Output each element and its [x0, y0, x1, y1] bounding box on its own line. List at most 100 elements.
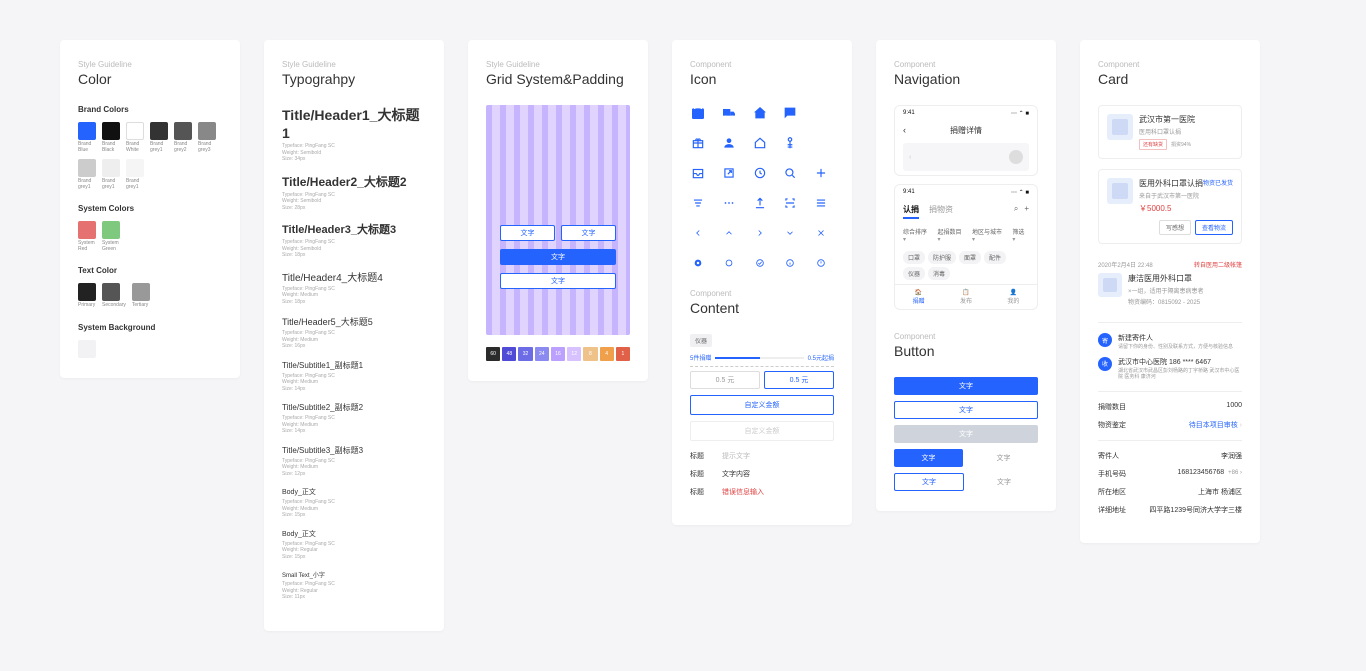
primary-button[interactable]: 文字 [894, 377, 1038, 395]
post-item[interactable]: 2020年2月4日 22:48转自医用二级帐篷 康洁医用外科口罩×一组，适用于隔… [1098, 254, 1242, 312]
eyebrow: Style Guideline [486, 60, 630, 69]
plus-icon [813, 165, 829, 181]
spacing-token: 8 [583, 347, 597, 361]
panel-title: Content [690, 300, 834, 316]
type-sample: Body_正文 [282, 529, 426, 539]
post-code: 物资编码：0815092 - 2025 [1128, 297, 1204, 306]
typography-list: Title/Header1_大标题1 Typeface: PingFang SCW… [282, 105, 426, 601]
order-card[interactable]: 医用外科口罩认捐物资已发货 来自于武汉市第一医院 ￥5000.5 写感想查看物流 [1098, 169, 1242, 244]
chip[interactable]: 防护服 [928, 251, 956, 264]
section-text: Text Color [78, 266, 222, 275]
chip[interactable]: 配件 [984, 251, 1006, 264]
badge-icon: 收 [1098, 357, 1112, 371]
kv-suffix[interactable]: +86 › [1228, 470, 1242, 476]
kv-value: 李润强 [1221, 451, 1242, 461]
info-item[interactable]: 寄新建寄件人请留下你的身份、性别及联系方式，方便与核验信息 [1098, 333, 1242, 351]
form-row: 标题提示文字 [690, 451, 834, 461]
filter-item[interactable]: 地区与城市 [972, 227, 1006, 243]
swatch [132, 283, 150, 301]
swatch-label: Brand grey1 [78, 179, 91, 190]
radio-icon [721, 255, 737, 271]
custom-amount-button[interactable]: 自定义金额 [690, 395, 834, 415]
tab-donate[interactable]: 认捐 [903, 204, 919, 219]
field-value[interactable]: 错误信息输入 [722, 487, 764, 497]
spacing-token: 24 [535, 347, 549, 361]
tabbar-item[interactable]: 📋发布 [942, 285, 989, 309]
field-label: 标题 [690, 451, 714, 461]
type-sample: Title/Header4_大标题4 [282, 269, 426, 284]
truck-icon [721, 105, 737, 121]
field-value[interactable]: 文字内容 [722, 469, 750, 479]
swatch-label: Tertiary [132, 303, 148, 309]
swatch-label: Brand White [126, 142, 139, 153]
status-badge: 物资已发货 [1203, 178, 1233, 189]
product-card[interactable]: 武汉市第一医院 医用科口罩认捐 还有缺货捐资94% [1098, 105, 1242, 159]
filter-item[interactable]: 综合排序 [903, 227, 931, 243]
write-review-button[interactable]: 写感想 [1159, 220, 1191, 235]
track-button[interactable]: 查看物流 [1195, 220, 1233, 235]
field-value[interactable]: 提示文字 [722, 451, 750, 461]
filter-item[interactable]: 起捐数目 [937, 227, 965, 243]
primary-button-half[interactable]: 文字 [894, 449, 963, 467]
search-icon [782, 165, 798, 181]
tabbar-label: 我的 [990, 296, 1037, 305]
filter-item[interactable]: 筛选 [1012, 227, 1029, 243]
tabbar-icon: 📋 [942, 289, 989, 296]
type-sample: Title/Header5_大标题5 [282, 315, 426, 328]
back-icon[interactable]: ‹ [903, 125, 906, 135]
text-button[interactable]: 文字 [969, 449, 1038, 467]
form-row: 标题错误信息输入 [690, 487, 834, 497]
chevron-left-icon[interactable]: ‹ [909, 154, 911, 161]
swatch [78, 159, 96, 177]
page-title: 捐赠详情 [950, 125, 982, 136]
tab-supply[interactable]: 捐物资 [929, 204, 953, 219]
amount-input-active[interactable]: 0.5 元 [764, 371, 834, 389]
panel-title: Button [894, 343, 1038, 359]
info-item[interactable]: 收武汉市中心医院 186 **** 6467湖北省武汉市武昌区彭刘杨路的丁字桥路… [1098, 357, 1242, 381]
outline-button[interactable]: 文字 [500, 225, 555, 241]
ghost-button-half[interactable]: 文字 [894, 473, 964, 491]
outline-button[interactable]: 文字 [561, 225, 616, 241]
filters: 综合排序起捐数目地区与城市筛选 [895, 223, 1037, 247]
panel-title: Typograhpy [282, 71, 426, 87]
swatch [126, 159, 144, 177]
plus-icon[interactable]: + [1024, 204, 1029, 219]
disabled-button: 文字 [894, 425, 1038, 443]
primary-button[interactable]: 文字 [500, 249, 616, 265]
card-subtitle: 医用科口罩认捐 [1139, 127, 1195, 136]
chip[interactable]: 口罩 [903, 251, 925, 264]
swatch [102, 221, 120, 239]
menu-icon [813, 195, 829, 211]
info-icon [782, 255, 798, 271]
chevron-up-icon [721, 225, 737, 241]
kv-value[interactable]: 待目本项目审核 [1189, 420, 1242, 430]
more-icon [721, 195, 737, 211]
chip[interactable]: 面罩 [959, 251, 981, 264]
divider [1098, 440, 1242, 441]
kv-value: 上海市 杨浦区 [1198, 487, 1242, 497]
success-icon [752, 255, 768, 271]
gift-icon [690, 135, 706, 151]
category-tag[interactable]: 仪器 [690, 334, 712, 347]
tabbar-item[interactable]: 🏠捐赠 [895, 285, 942, 309]
info-desc: 请留下你的身份、性别及联系方式，方便与核验信息 [1118, 344, 1233, 351]
swatch-label: Brand grey1 [102, 179, 115, 190]
house-icon [752, 135, 768, 151]
search-icon[interactable]: ⌕ [1014, 204, 1018, 219]
tabbar-icon: 👤 [990, 289, 1037, 296]
tabbar-item[interactable]: 👤我的 [990, 285, 1037, 309]
chip[interactable]: 仪器 [903, 267, 925, 280]
form-row: 标题文字内容 [690, 469, 834, 479]
spacing-token: 16 [551, 347, 565, 361]
ghost-button[interactable]: 文字 [894, 401, 1038, 419]
progress-dashed [690, 366, 834, 367]
type-sample: Title/Header1_大标题1 [282, 105, 426, 141]
chip[interactable]: 消毒 [928, 267, 950, 280]
carousel[interactable]: ‹ [903, 143, 1029, 171]
button-group: 文字 文字 文字 文字文字 文字文字 [894, 377, 1038, 491]
outline-button[interactable]: 文字 [500, 273, 616, 289]
text-button[interactable]: 文字 [970, 473, 1038, 491]
post-title: 康洁医用外科口罩 [1128, 273, 1204, 284]
amount-input[interactable]: 0.5 元 [690, 371, 760, 389]
type-meta: Typeface: PingFang SCWeight: MediumSize:… [282, 415, 426, 435]
